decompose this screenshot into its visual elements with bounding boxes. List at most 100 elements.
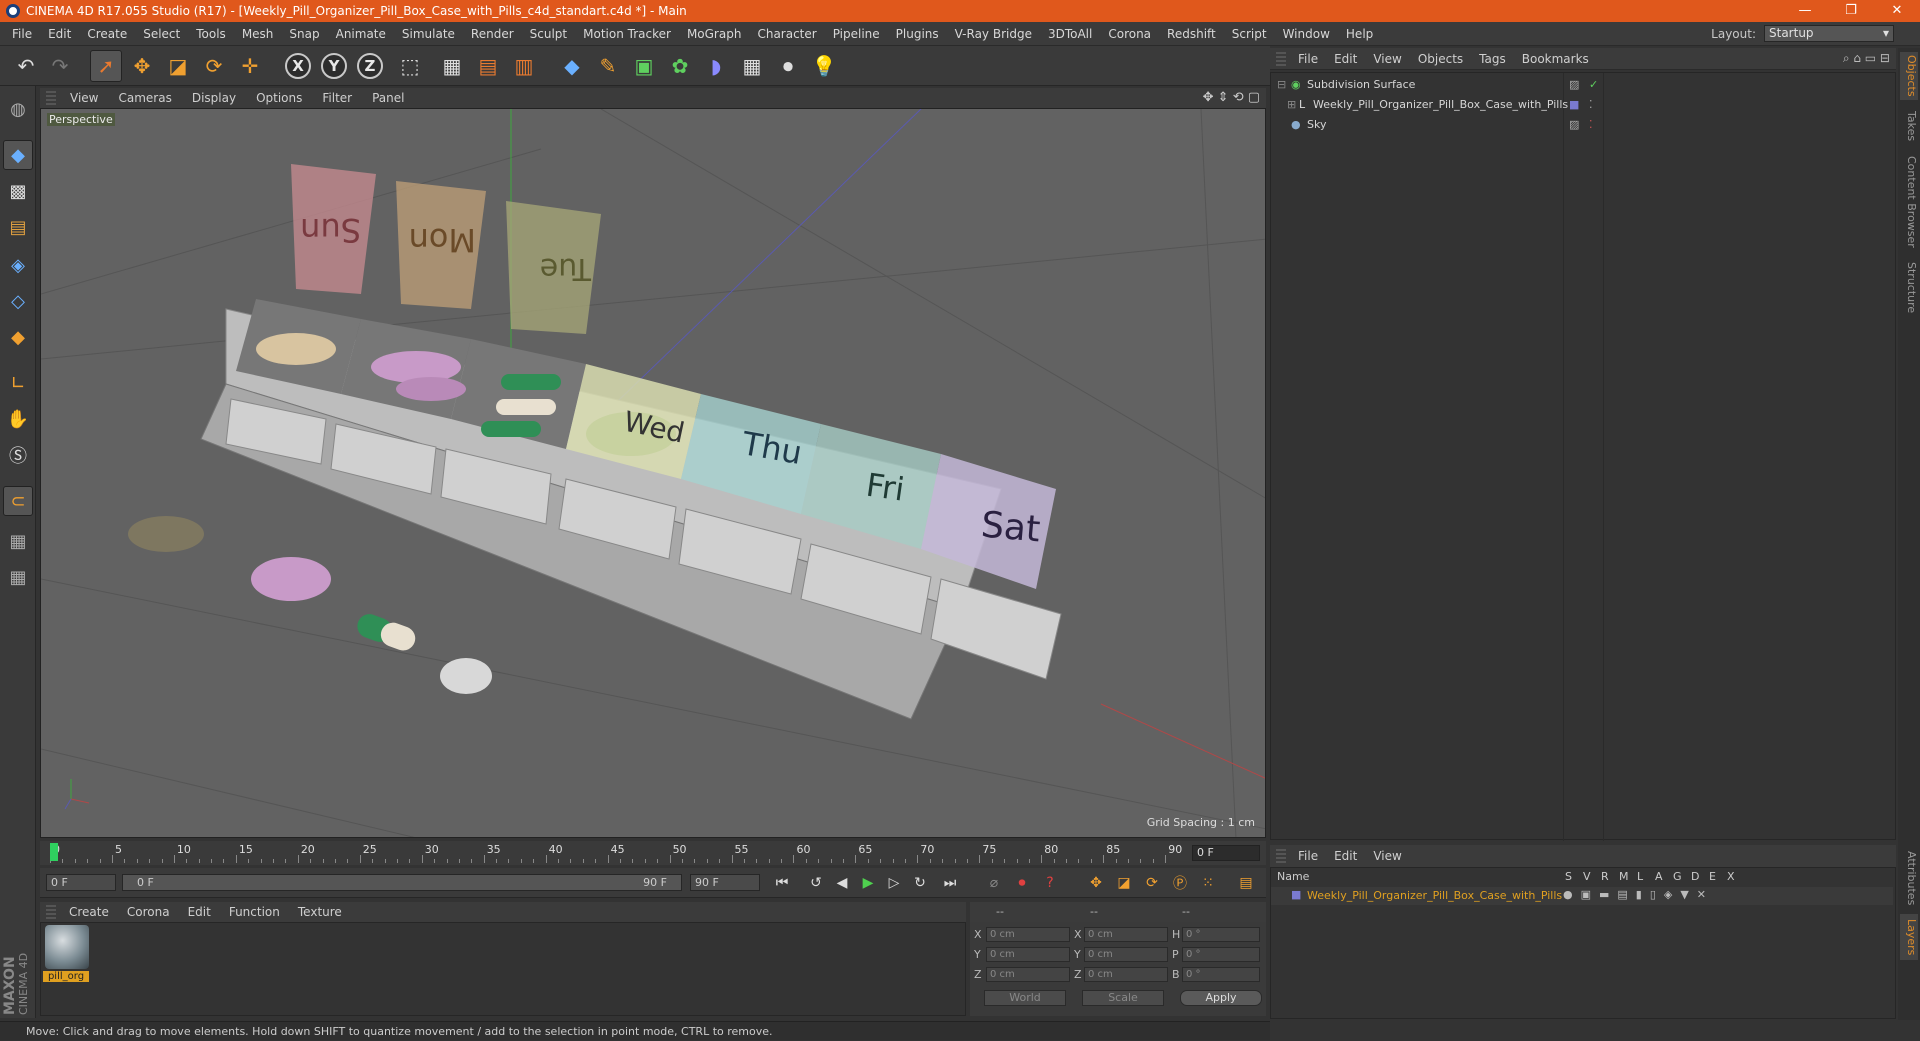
render-view-icon[interactable]: ▦ bbox=[436, 50, 468, 82]
object-row-pill-organizer[interactable]: ⊞ L Weekly_Pill_Organizer_Pill_Box_Case_… bbox=[1271, 95, 1893, 114]
tab-attributes[interactable]: Attributes bbox=[1900, 848, 1918, 908]
key-position-icon[interactable]: ✥ bbox=[1084, 872, 1108, 894]
material-name[interactable]: pill_org bbox=[43, 971, 89, 982]
enabled-check-icon[interactable]: ✓ bbox=[1589, 75, 1598, 94]
size-x-field[interactable]: 0 cm bbox=[1084, 927, 1168, 942]
tweak-mode-icon[interactable]: ✋ bbox=[3, 404, 33, 434]
previous-key-icon[interactable]: ↺ bbox=[804, 872, 828, 894]
camera-icon[interactable]: ⏺ bbox=[772, 50, 804, 82]
subdivision-surface-icon[interactable]: ▣ bbox=[628, 50, 660, 82]
size-y-field[interactable]: 0 cm bbox=[1084, 947, 1168, 962]
visibility-dots-icon[interactable]: ⁚ bbox=[1589, 95, 1593, 114]
rotate-icon[interactable]: ⟳ bbox=[198, 50, 230, 82]
material-menu-function[interactable]: Function bbox=[220, 905, 289, 919]
go-to-start-icon[interactable]: ⏮ bbox=[770, 872, 794, 894]
object-row-sky[interactable]: ● Sky ▨ ⁚ bbox=[1271, 115, 1893, 134]
material-thumbnail[interactable] bbox=[45, 925, 89, 969]
frame-range-slider[interactable]: 0 F 90 F bbox=[122, 874, 682, 891]
model-mode-icon[interactable]: ◆ bbox=[3, 140, 33, 170]
menu-mesh[interactable]: Mesh bbox=[234, 22, 282, 46]
lm-menu-edit[interactable]: Edit bbox=[1326, 849, 1365, 863]
layout-select[interactable]: Startup bbox=[1764, 25, 1894, 42]
rotation-p-field[interactable]: 0 ° bbox=[1182, 947, 1260, 962]
keyframe-selection-icon[interactable]: ? bbox=[1038, 872, 1062, 894]
lm-menu-view[interactable]: View bbox=[1365, 849, 1409, 863]
polygons-mode-icon[interactable]: ◆ bbox=[3, 322, 33, 352]
om-menu-view[interactable]: View bbox=[1365, 52, 1409, 66]
menu-pipeline[interactable]: Pipeline bbox=[825, 22, 888, 46]
key-scale-icon[interactable]: ◪ bbox=[1112, 872, 1136, 894]
current-frame-field[interactable]: 0 F bbox=[1192, 845, 1260, 861]
om-search-home-icons[interactable]: ⌕ ⌂ ▭ ⊟ bbox=[1843, 51, 1890, 66]
autokey-icon[interactable]: ⏺ bbox=[1010, 872, 1034, 894]
position-y-field[interactable]: 0 cm bbox=[986, 947, 1070, 962]
minimize-button[interactable]: — bbox=[1782, 0, 1828, 22]
key-pla-icon[interactable]: ⁙ bbox=[1196, 872, 1220, 894]
next-key-icon[interactable]: ↻ bbox=[908, 872, 932, 894]
axis-mode-icon[interactable]: ∟ bbox=[3, 368, 33, 398]
menu-window[interactable]: Window bbox=[1275, 22, 1338, 46]
visibility-dots-icon[interactable]: ⁚ bbox=[1589, 115, 1593, 134]
menu-animate[interactable]: Animate bbox=[328, 22, 394, 46]
viewport-menu-display[interactable]: Display bbox=[182, 91, 246, 105]
transform-icon[interactable]: ✛ bbox=[234, 50, 266, 82]
apply-button[interactable]: Apply bbox=[1180, 990, 1262, 1006]
menu-help[interactable]: Help bbox=[1338, 22, 1381, 46]
layer-name[interactable]: Weekly_Pill_Organizer_Pill_Box_Case_with… bbox=[1307, 889, 1562, 902]
points-mode-icon[interactable]: ◈ bbox=[3, 250, 33, 280]
visibility-dots-icon[interactable]: ▨ bbox=[1569, 115, 1579, 134]
collapse-toggle-icon[interactable]: ⊟ bbox=[1277, 75, 1286, 94]
panel-grip-icon[interactable] bbox=[1276, 51, 1286, 66]
restore-button[interactable]: ❐ bbox=[1828, 0, 1874, 22]
menu-vray-bridge[interactable]: V-Ray Bridge bbox=[947, 22, 1040, 46]
rotation-h-field[interactable]: 0 ° bbox=[1182, 927, 1260, 942]
move-icon[interactable]: ✥ bbox=[126, 50, 158, 82]
end-frame-field[interactable]: 90 F bbox=[690, 874, 760, 891]
menu-character[interactable]: Character bbox=[749, 22, 824, 46]
menu-mograph[interactable]: MoGraph bbox=[679, 22, 750, 46]
material-menu-create[interactable]: Create bbox=[60, 905, 118, 919]
array-icon[interactable]: ✿ bbox=[664, 50, 696, 82]
go-to-end-icon[interactable]: ⏭ bbox=[938, 872, 962, 894]
om-menu-file[interactable]: File bbox=[1290, 52, 1326, 66]
viewport-navigation-icons[interactable]: ✥ ⇕ ⟲ ▢ bbox=[1203, 90, 1260, 105]
spline-pen-icon[interactable]: ✎ bbox=[592, 50, 624, 82]
redo-icon[interactable]: ↷ bbox=[44, 50, 76, 82]
menu-redshift[interactable]: Redshift bbox=[1159, 22, 1224, 46]
3d-viewport[interactable]: Sun Mon Tue Wed Thu Fri Sat Perspective … bbox=[40, 108, 1266, 838]
position-z-field[interactable]: 0 cm bbox=[986, 967, 1070, 982]
timeline-window-icon[interactable]: ▤ bbox=[1234, 872, 1258, 894]
object-row-subdivision[interactable]: ⊟ ◉ Subdivision Surface ▨ ✓ bbox=[1271, 75, 1893, 94]
make-editable-icon[interactable]: ◍ bbox=[3, 94, 33, 124]
tab-structure[interactable]: Structure bbox=[1900, 258, 1918, 318]
play-icon[interactable]: ▶ bbox=[856, 872, 880, 894]
viewport-menu-cameras[interactable]: Cameras bbox=[108, 91, 181, 105]
light-icon[interactable]: 💡 bbox=[808, 50, 840, 82]
lm-menu-file[interactable]: File bbox=[1290, 849, 1326, 863]
position-x-field[interactable]: 0 cm bbox=[986, 927, 1070, 942]
floor-icon[interactable]: ▦ bbox=[736, 50, 768, 82]
viewport-menu-panel[interactable]: Panel bbox=[362, 91, 414, 105]
material-menu-texture[interactable]: Texture bbox=[289, 905, 351, 919]
snap-icon[interactable]: ⊂ bbox=[3, 486, 33, 516]
layer-row[interactable]: ■ Weekly_Pill_Organizer_Pill_Box_Case_wi… bbox=[1271, 887, 1893, 905]
rotation-b-field[interactable]: 0 ° bbox=[1182, 967, 1260, 982]
y-axis-lock-icon[interactable]: Y bbox=[318, 50, 350, 82]
key-rotation-icon[interactable]: ⟳ bbox=[1140, 872, 1164, 894]
menu-3dtoall[interactable]: 3DToAll bbox=[1040, 22, 1100, 46]
cube-icon[interactable]: ◆ bbox=[556, 50, 588, 82]
size-z-field[interactable]: 0 cm bbox=[1084, 967, 1168, 982]
om-menu-bookmarks[interactable]: Bookmarks bbox=[1514, 52, 1597, 66]
visibility-dots-icon[interactable]: ▨ bbox=[1569, 75, 1579, 94]
om-menu-objects[interactable]: Objects bbox=[1410, 52, 1471, 66]
solo-mode-icon[interactable]: Ⓢ bbox=[3, 440, 33, 470]
record-active-icon[interactable]: ⌀ bbox=[982, 872, 1006, 894]
scale-icon[interactable]: ◪ bbox=[162, 50, 194, 82]
menu-edit[interactable]: Edit bbox=[40, 22, 79, 46]
workplane-icon[interactable]: ▤ bbox=[3, 212, 33, 242]
tab-layers[interactable]: Layers bbox=[1900, 914, 1918, 960]
menu-corona[interactable]: Corona bbox=[1100, 22, 1159, 46]
layer-toggle-icons[interactable]: ●▣▬▤▮▯◈▼✕ bbox=[1563, 888, 1714, 901]
key-parameter-icon[interactable]: Ⓟ bbox=[1168, 872, 1192, 894]
om-menu-edit[interactable]: Edit bbox=[1326, 52, 1365, 66]
